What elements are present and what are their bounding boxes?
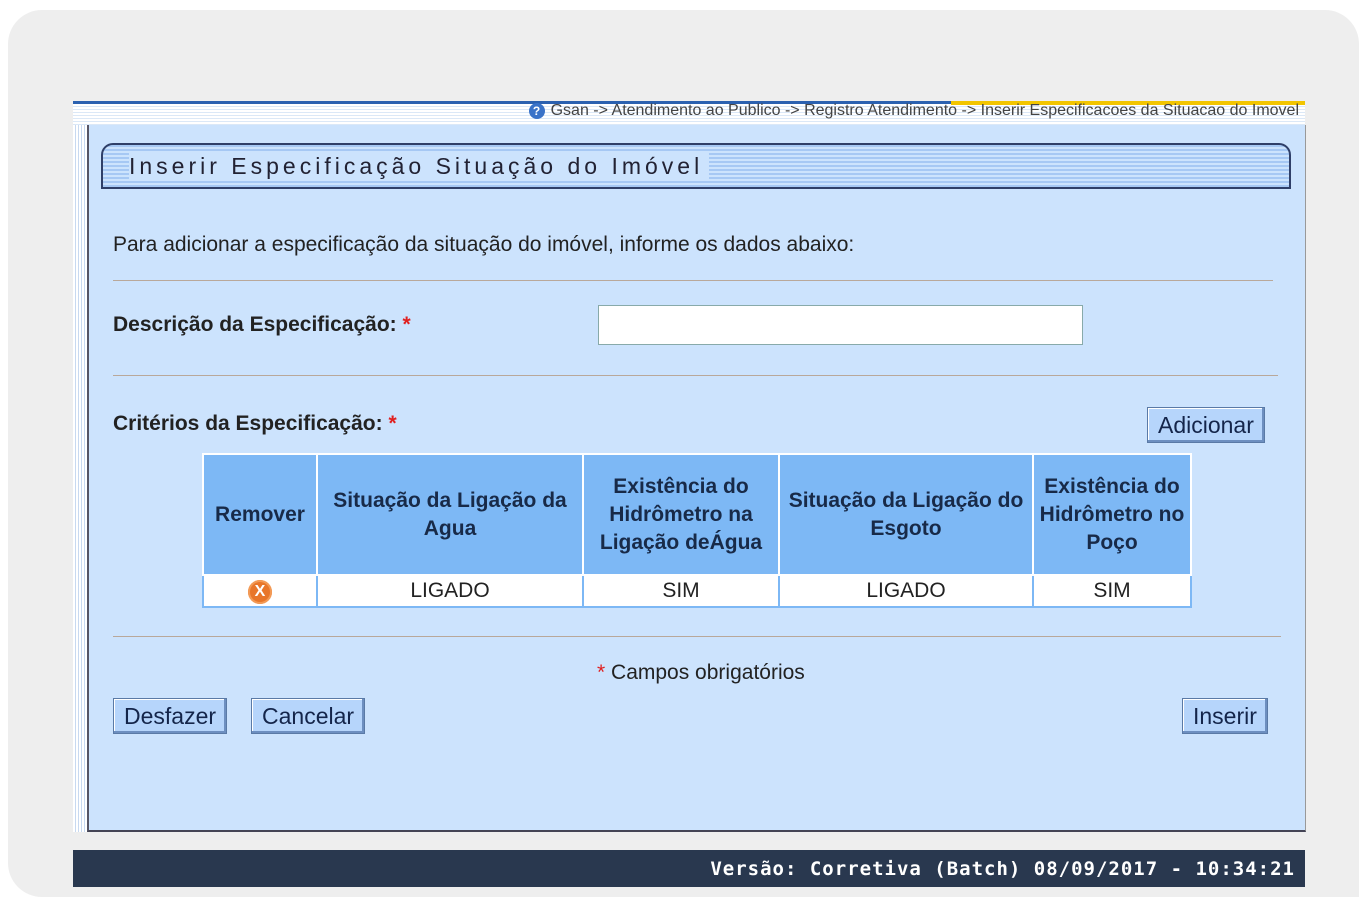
col-header-situacao-agua: Situação da Ligação da Agua [316,453,584,576]
required-mark: * [402,313,411,336]
divider [113,636,1281,637]
version-footer: Versão: Corretiva (Batch) 08/09/2017 - 1… [73,850,1305,887]
inserir-button[interactable]: Inserir [1182,698,1268,734]
remove-icon[interactable]: X [248,580,272,604]
required-mark: * [388,412,397,435]
cancelar-button[interactable]: Cancelar [251,698,366,734]
descricao-label: Descrição da Especificação: * [113,313,411,337]
desfazer-button[interactable]: Desfazer [113,698,228,734]
table-header-row: Remover Situação da Ligação da Agua Exis… [202,453,1192,576]
criterios-label: Critérios da Especificação: * [113,412,397,436]
situacao-agua-cell: LIGADO [316,574,584,608]
breadcrumb-bar: ? Gsan -> Atendimento ao Publico -> Regi… [73,101,1305,125]
left-decorative-stripe [73,125,87,832]
criterios-label-text: Critérios da Especificação: [113,412,383,435]
col-header-situacao-esgoto: Situação da Ligação do Esgoto [778,453,1034,576]
remove-cell: X [202,574,318,608]
required-note: * Campos obrigatórios [597,661,805,685]
help-icon[interactable]: ? [528,103,545,119]
hidrometro-poco-cell: SIM [1032,574,1192,608]
required-mark: * [597,661,606,684]
page-title: Inserir Especificação Situação do Imóvel [129,153,710,180]
required-note-text: Campos obrigatórios [611,661,805,684]
version-text: Versão: Corretiva (Batch) 08/09/2017 - 1… [710,858,1295,880]
hidrometro-agua-cell: SIM [582,574,780,608]
criterios-table: Remover Situação da Ligação da Agua Exis… [202,453,1192,608]
breadcrumb: ? Gsan -> Atendimento ao Publico -> Regi… [528,102,1299,120]
adicionar-button[interactable]: Adicionar [1147,407,1265,443]
divider [113,280,1273,281]
situacao-esgoto-cell: LIGADO [778,574,1034,608]
col-header-hidrometro-agua: Existência do Hidrômetro na Ligação deÁg… [582,453,780,576]
descricao-input[interactable] [598,305,1083,345]
divider [113,375,1278,376]
table-row: X LIGADO SIM LIGADO SIM [202,574,1192,608]
col-header-remover: Remover [202,453,318,576]
col-header-hidrometro-poco: Existência do Hidrômetro no Poço [1032,453,1192,576]
intro-text: Para adicionar a especificação da situaç… [113,233,855,256]
page-title-tab: Inserir Especificação Situação do Imóvel [101,143,1291,189]
descricao-label-text: Descrição da Especificação: [113,313,397,336]
form-panel: Inserir Especificação Situação do Imóvel… [87,125,1306,832]
breadcrumb-text: Gsan -> Atendimento ao Publico -> Regist… [550,102,1299,119]
